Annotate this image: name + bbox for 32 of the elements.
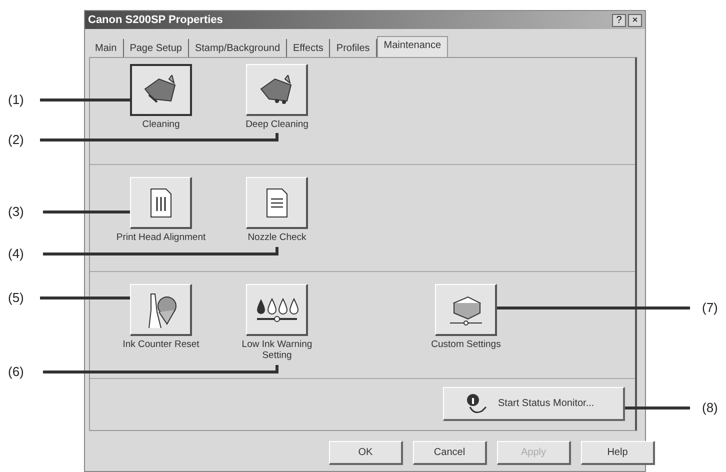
document-icon	[264, 188, 288, 218]
callout-number: (2)	[8, 132, 24, 147]
leader-line	[625, 406, 690, 410]
help-button[interactable]: ?	[612, 14, 626, 26]
tab[interactable]: Page Setup	[124, 39, 189, 57]
tab[interactable]: Stamp/Background	[188, 39, 288, 57]
close-button[interactable]: ×	[628, 14, 642, 26]
tab[interactable]: Effects	[287, 39, 330, 57]
callout-number: (5)	[8, 290, 24, 305]
status-monitor-button[interactable]: Start Status Monitor...	[443, 387, 625, 421]
callout-number: (6)	[8, 364, 24, 379]
callout-number: (4)	[8, 246, 24, 261]
info-icon	[466, 392, 488, 414]
tool-button[interactable]	[130, 64, 192, 116]
window-title: Canon S200SP Properties	[88, 14, 224, 26]
callout-number: (1)	[8, 92, 24, 107]
dialog-button[interactable]: OK	[329, 441, 403, 465]
tab[interactable]: Main	[89, 39, 124, 57]
callout-number: (7)	[702, 300, 718, 315]
tab[interactable]: Maintenance	[376, 36, 448, 57]
tool-label: Ink Counter Reset	[122, 340, 200, 351]
tool-label: Deep Cleaning	[244, 120, 310, 131]
tool-label: Cleaning	[141, 120, 181, 131]
document-icon	[148, 188, 172, 218]
tool-label: Print Head Alignment	[115, 233, 207, 244]
tool-label: Low Ink Warning Setting	[240, 340, 314, 362]
tool-label: Custom Settings	[430, 340, 502, 351]
callout-number: (3)	[8, 204, 24, 219]
tool-label: Nozzle Check	[246, 233, 308, 244]
callout-number: (8)	[702, 400, 718, 415]
dialog-button[interactable]: Cancel	[413, 441, 487, 465]
dialog-button[interactable]: Help	[581, 441, 655, 465]
